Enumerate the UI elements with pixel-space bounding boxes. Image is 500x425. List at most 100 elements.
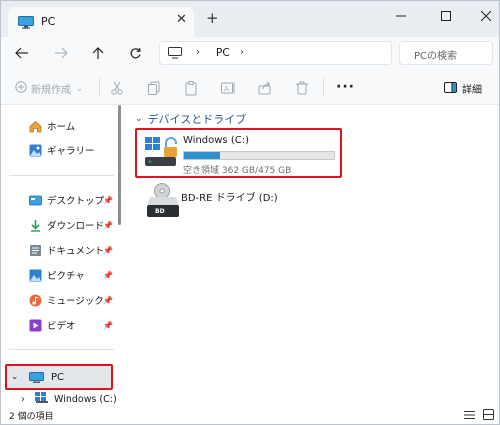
file-explorer-window: PC ✕ + › PC › PCの検索 新規作成 ⌄ A ··· 詳細 ホーム … bbox=[0, 0, 500, 425]
sidebar-item-pictures[interactable]: ピクチャ bbox=[29, 268, 85, 282]
pin-icon[interactable]: 📌 bbox=[103, 271, 113, 280]
drive-item-d[interactable]: BD BD-RE ドライブ (D:) bbox=[135, 183, 342, 221]
close-window-icon[interactable] bbox=[471, 5, 499, 27]
desktop-icon bbox=[29, 194, 42, 207]
command-bar: 新規作成 ⌄ A ··· 詳細 bbox=[1, 69, 499, 105]
pin-icon[interactable]: 📌 bbox=[103, 246, 113, 255]
new-tab-icon[interactable]: + bbox=[206, 11, 219, 26]
sidebar-item-windows-drive[interactable]: › Windows (C:) bbox=[21, 392, 117, 406]
chevron-right-icon[interactable]: › bbox=[21, 394, 25, 405]
search-placeholder: PCの検索 bbox=[414, 51, 458, 62]
title-bar: PC ✕ + bbox=[1, 1, 499, 37]
pc-icon bbox=[29, 372, 44, 387]
gallery-icon bbox=[29, 144, 42, 157]
sidebar-item-label: Windows (C:) bbox=[54, 393, 117, 405]
pin-icon[interactable]: 📌 bbox=[103, 221, 113, 230]
navigation-bar: › PC › PCの検索 bbox=[1, 37, 499, 69]
sidebar-item-desktop[interactable]: デスクトップ bbox=[29, 193, 104, 207]
sidebar-item-home[interactable]: ホーム bbox=[29, 119, 75, 133]
monitor-icon bbox=[168, 47, 182, 62]
add-circle-icon bbox=[15, 81, 27, 96]
group-header-devices[interactable]: ⌄ デバイスとドライブ bbox=[135, 111, 246, 127]
pin-icon[interactable]: 📌 bbox=[103, 196, 113, 205]
pin-icon[interactable]: 📌 bbox=[103, 296, 113, 305]
windows-drive-icon bbox=[35, 392, 48, 406]
chevron-down-icon[interactable]: ⌄ bbox=[11, 372, 19, 382]
up-arrow-icon[interactable] bbox=[87, 42, 109, 64]
nav-divider bbox=[9, 349, 114, 350]
new-button[interactable]: 新規作成 ⌄ bbox=[15, 81, 83, 96]
drive-c-usage-bar bbox=[183, 151, 335, 160]
nav-divider bbox=[9, 175, 114, 176]
pin-icon[interactable]: 📌 bbox=[103, 321, 113, 330]
sidebar-item-music[interactable]: ミュージック bbox=[29, 293, 104, 307]
navigation-pane: ホーム ギャラリー デスクトップ 📌 ダウンロード 📌 ドキュメント 📌 ピクチ… bbox=[1, 105, 125, 407]
maximize-icon[interactable] bbox=[431, 5, 461, 27]
pc-icon bbox=[18, 16, 34, 32]
sidebar-item-label: ギャラリー bbox=[47, 146, 95, 157]
delete-icon[interactable] bbox=[294, 80, 310, 96]
optical-drive-icon bbox=[145, 183, 181, 222]
sidebar-item-pc[interactable]: ⌄ PC bbox=[5, 364, 113, 390]
sidebar-item-label: ミュージック bbox=[47, 296, 104, 307]
cut-icon[interactable] bbox=[109, 80, 125, 96]
forward-arrow-icon[interactable] bbox=[50, 42, 72, 64]
sidebar-item-videos[interactable]: ビデオ bbox=[29, 318, 76, 332]
sidebar-item-label: PC bbox=[51, 372, 65, 383]
minimize-icon[interactable] bbox=[386, 5, 416, 27]
drive-d-name: BD-RE ドライブ (D:) bbox=[181, 193, 278, 204]
documents-icon bbox=[29, 244, 42, 257]
sidebar-item-documents[interactable]: ドキュメント bbox=[29, 243, 104, 257]
pictures-icon bbox=[29, 269, 42, 282]
item-count: 2 個の項目 bbox=[9, 412, 54, 422]
more-options-icon[interactable]: ··· bbox=[336, 79, 355, 95]
home-icon bbox=[29, 120, 42, 133]
bd-badge: BD bbox=[155, 208, 165, 215]
rename-icon[interactable]: A bbox=[220, 80, 236, 96]
drive-c-name: Windows (C:) bbox=[183, 135, 249, 146]
divider bbox=[323, 78, 324, 96]
sidebar-item-downloads[interactable]: ダウンロード bbox=[29, 218, 104, 232]
videos-icon bbox=[29, 319, 42, 332]
address-bar[interactable]: › PC › bbox=[159, 41, 392, 65]
content-area: ⌄ デバイスとドライブ Windows (C:) 空き領域 362 GB/475… bbox=[127, 105, 499, 407]
chevron-right-icon[interactable]: › bbox=[240, 47, 244, 58]
chevron-down-icon: ⌄ bbox=[76, 84, 83, 93]
close-tab-icon[interactable]: ✕ bbox=[176, 13, 187, 27]
sidebar-item-label: ホーム bbox=[47, 122, 76, 133]
sidebar-item-label: ピクチャ bbox=[47, 271, 85, 282]
tab-title: PC bbox=[41, 15, 56, 28]
sidebar-item-label: デスクトップ bbox=[47, 196, 105, 207]
download-icon bbox=[29, 219, 42, 232]
windows-drive-icon bbox=[143, 135, 179, 172]
details-label: 詳細 bbox=[462, 85, 482, 96]
details-pane-button[interactable]: 詳細 bbox=[444, 81, 482, 96]
drive-c-free-space: 空き領域 362 GB/475 GB bbox=[183, 166, 292, 176]
sidebar-item-gallery[interactable]: ギャラリー bbox=[29, 143, 95, 157]
back-arrow-icon[interactable] bbox=[11, 42, 33, 64]
divider bbox=[99, 78, 100, 96]
music-icon bbox=[29, 294, 42, 307]
address-segment-pc[interactable]: PC bbox=[216, 47, 230, 59]
paste-icon[interactable] bbox=[183, 80, 199, 96]
navigation-scrollbar[interactable] bbox=[118, 105, 121, 225]
drive-c-usage-fill bbox=[184, 152, 220, 159]
search-input[interactable]: PCの検索 bbox=[399, 41, 493, 65]
status-bar: 2 個の項目 bbox=[1, 407, 499, 424]
details-pane-icon bbox=[444, 81, 457, 96]
copy-icon[interactable] bbox=[146, 80, 162, 96]
refresh-icon[interactable] bbox=[124, 42, 146, 64]
svg-text:A: A bbox=[224, 85, 229, 93]
tab-pc[interactable]: PC ✕ bbox=[8, 7, 194, 37]
share-icon[interactable] bbox=[257, 80, 273, 96]
chevron-right-icon[interactable]: › bbox=[196, 47, 200, 58]
drive-item-c[interactable]: Windows (C:) 空き領域 362 GB/475 GB bbox=[135, 128, 342, 178]
sidebar-item-label: ビデオ bbox=[47, 321, 76, 332]
chevron-down-icon: ⌄ bbox=[135, 114, 143, 124]
sidebar-item-label: ドキュメント bbox=[47, 246, 105, 257]
list-view-icon[interactable] bbox=[464, 410, 475, 423]
tiles-view-icon[interactable] bbox=[483, 409, 494, 423]
new-button-label: 新規作成 bbox=[31, 85, 71, 96]
group-header-label: デバイスとドライブ bbox=[147, 113, 247, 126]
sidebar-item-label: ダウンロード bbox=[47, 221, 105, 232]
